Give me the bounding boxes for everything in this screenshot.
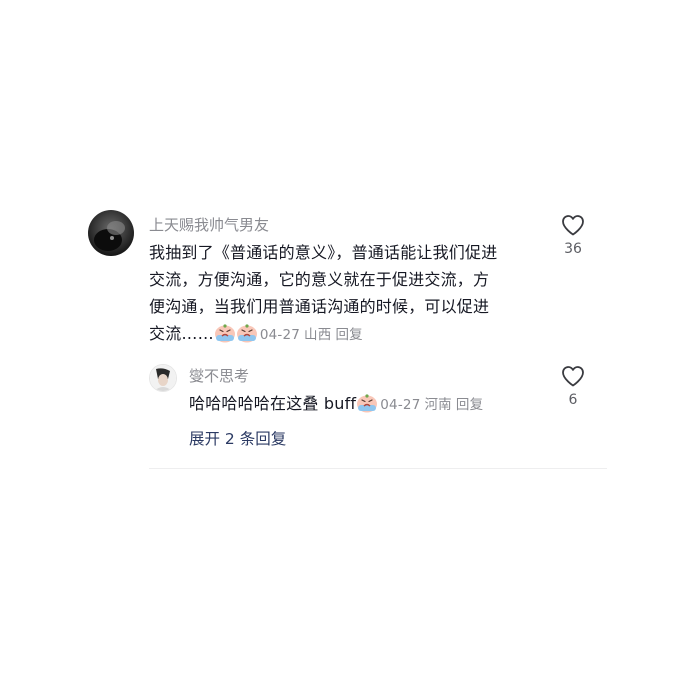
reply-meta: 04-27 河南 回复 — [380, 397, 483, 413]
avatar-image — [88, 210, 134, 256]
reply-button[interactable]: 回复 — [335, 327, 362, 343]
reply-text-line: 哈哈哈哈哈在这叠 buff 04-27 河南 回复 — [189, 390, 483, 419]
avatar[interactable] — [88, 210, 134, 256]
crying-emoji — [236, 323, 258, 343]
crying-emoji — [356, 393, 378, 413]
heart-icon — [562, 215, 584, 236]
comment-text-last-line: 交流…… 04-27 山西 回复 — [149, 320, 497, 349]
reply-location: 河南 — [424, 397, 452, 413]
comment-date: 04-27 — [259, 327, 301, 343]
comment-text-line: 便沟通，当我们用普通话沟通的时候，可以促进 — [149, 297, 490, 316]
reply-date: 04-27 — [380, 397, 421, 413]
expand-replies-button[interactable]: 展开 2 条回复 — [189, 429, 286, 449]
comment-location: 山西 — [304, 327, 332, 343]
like-button[interactable]: 36 — [553, 214, 593, 258]
reply-like-button[interactable]: 6 — [553, 365, 593, 409]
reply-username[interactable]: 燮不思考 — [189, 366, 249, 386]
comment-text-line: 交流…… — [149, 324, 214, 343]
crying-emoji — [214, 323, 236, 343]
reply-reply-button[interactable]: 回复 — [456, 397, 483, 413]
reply-avatar[interactable] — [149, 364, 177, 392]
heart-icon — [562, 366, 584, 387]
comment-text-line: 我抽到了《普通话的意义》，普通话能让我们促进 — [149, 243, 498, 262]
divider — [149, 468, 607, 469]
reply-text: 哈哈哈哈哈在这叠 buff 04-27 河南 回复 — [189, 390, 483, 419]
reply-like-count: 6 — [568, 392, 578, 408]
reply-text-content: 哈哈哈哈哈在这叠 buff — [189, 394, 357, 413]
comment-text-line: 交流，方便沟通，它的意义就在于促进交流，方 — [149, 270, 490, 289]
comment-text: 我抽到了《普通话的意义》，普通话能让我们促进 交流，方便沟通，它的意义就在于促进… — [149, 239, 497, 349]
comment-meta: 04-27 山西 回复 — [260, 327, 363, 343]
like-count: 36 — [564, 241, 582, 257]
comment-username[interactable]: 上天赐我帅气男友 — [149, 215, 269, 235]
reply-avatar-image — [150, 365, 176, 391]
